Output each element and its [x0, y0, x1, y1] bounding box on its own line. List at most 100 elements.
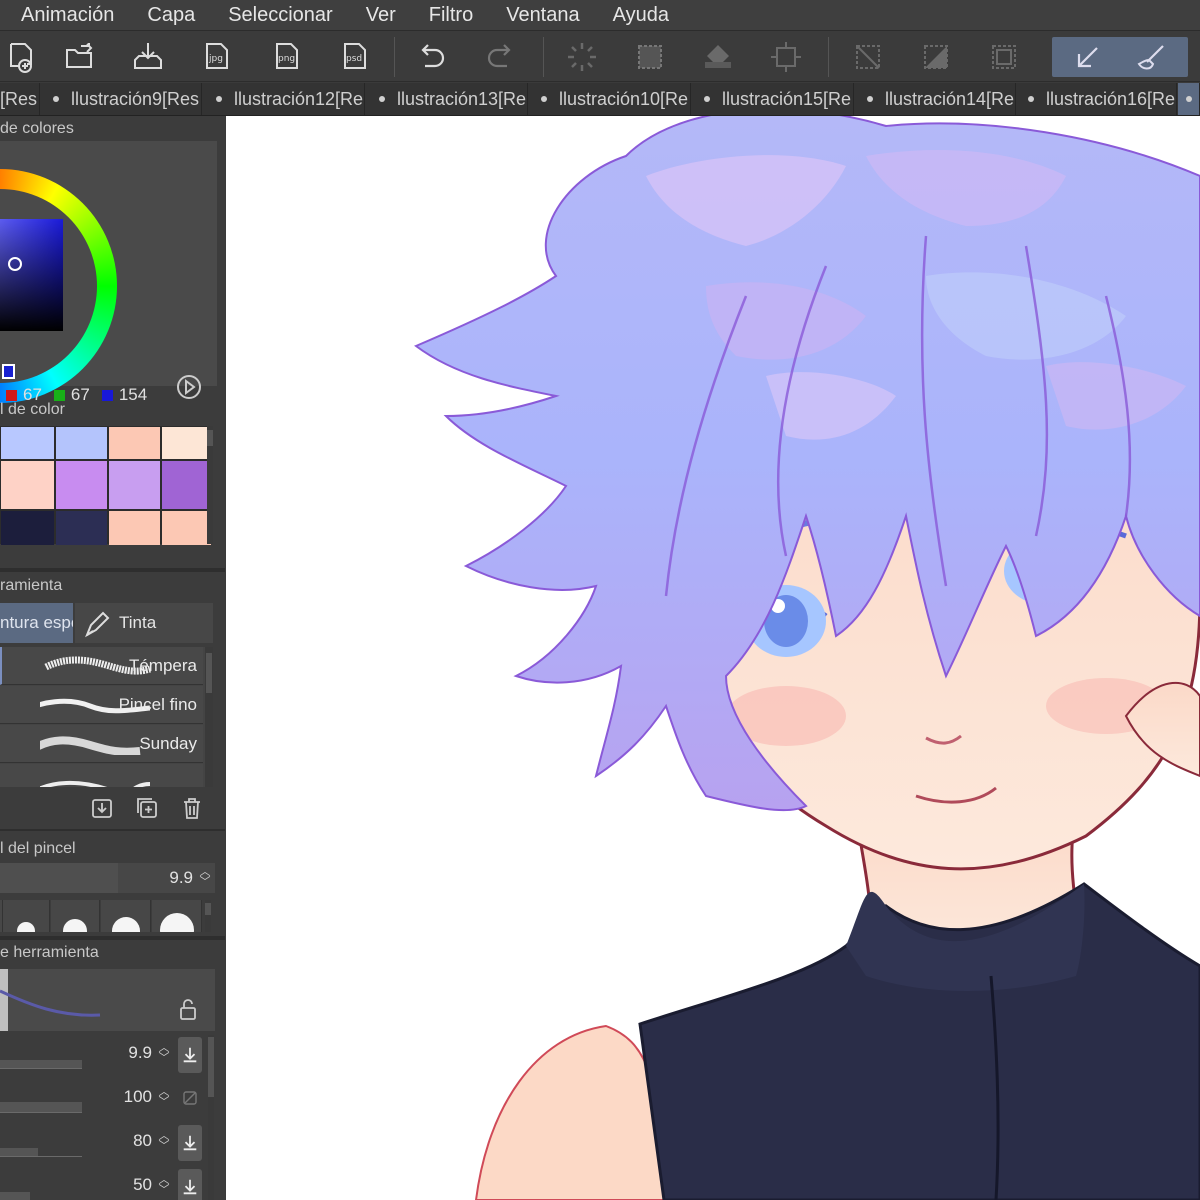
property-stepper[interactable]: ︿ ﹀ — [158, 1131, 170, 1153]
undo-button[interactable] — [410, 37, 454, 77]
brush-item-sunday[interactable]: Sunday — [0, 725, 203, 763]
loading-indicator — [560, 37, 604, 77]
color-swatch[interactable] — [1, 461, 54, 509]
property-value: 80 — [133, 1131, 152, 1150]
size-preset[interactable] — [51, 900, 100, 932]
color-set-grid — [0, 426, 211, 545]
canvas-tab-active[interactable] — [1178, 83, 1200, 115]
property-stepper[interactable]: ︿ ﹀ — [158, 1087, 170, 1109]
unlock-icon[interactable] — [177, 997, 199, 1021]
color-swatch[interactable] — [162, 511, 211, 545]
drawing-canvas[interactable] — [226, 116, 1200, 1200]
size-preset[interactable] — [3, 900, 50, 932]
color-swatch[interactable] — [162, 461, 211, 509]
pen-brush-toggle[interactable] — [1052, 37, 1188, 77]
color-swatch[interactable] — [1, 511, 54, 545]
canvas-tab[interactable]: [Res — [0, 83, 40, 115]
color-swatch[interactable] — [109, 427, 160, 459]
canvas-tab[interactable]: llustración10[Re — [529, 83, 691, 115]
tool-property-density[interactable]: 80 ︿ ﹀ — [0, 1123, 208, 1163]
menu-filtro[interactable]: Filtro — [429, 4, 473, 27]
current-color-marker[interactable] — [2, 364, 15, 379]
tool-property-size[interactable]: 9.9 ︿ ﹀ — [0, 1035, 208, 1075]
duplicate-icon[interactable] — [135, 796, 159, 820]
fill-icon — [705, 45, 731, 68]
selection-border-button[interactable] — [982, 37, 1026, 77]
canvas-tab[interactable]: llustración12[Re — [203, 83, 365, 115]
canvas-tab[interactable]: llustración13[Re — [366, 83, 528, 115]
color-swatch[interactable] — [162, 427, 211, 459]
pressure-settings-button[interactable] — [178, 1125, 202, 1161]
sub-tool-tab-bar: ntura espe Tinta — [0, 603, 213, 643]
brush-item[interactable] — [0, 764, 203, 787]
presets-scrollbar[interactable] — [205, 900, 211, 932]
tool-property-scrollbar[interactable] — [208, 1035, 214, 1200]
loading-icon — [568, 43, 596, 71]
new-file-button[interactable] — [0, 37, 44, 77]
export-psd-button[interactable]: psd — [332, 37, 376, 77]
menu-ayuda[interactable]: Ayuda — [613, 4, 669, 27]
invert-selection-button[interactable] — [914, 37, 958, 77]
brush-list-scrollbar[interactable] — [205, 647, 213, 787]
tab-special-paint[interactable]: ntura espe — [0, 603, 73, 643]
transform-button[interactable] — [764, 37, 808, 77]
menu-animacion[interactable]: Animación — [21, 4, 114, 27]
brush-size-slider[interactable]: 9.9 ︿ ﹀ — [0, 863, 215, 893]
canvas-tab[interactable]: llustración15[Re — [692, 83, 854, 115]
brush-item-tempera[interactable]: Témpera — [0, 647, 203, 685]
saturation-value-square[interactable] — [0, 219, 63, 331]
brush-item-pincel-fino[interactable]: Pincel fino — [0, 686, 203, 724]
export-jpg-button[interactable]: jpg — [194, 37, 238, 77]
brush-list: Témpera Pincel fino Sunday — [0, 647, 205, 787]
download-arrow-icon — [183, 1047, 197, 1063]
tool-property-opacity[interactable]: 100 ︿ ﹀ — [0, 1079, 208, 1119]
swatch-scrollbar[interactable] — [207, 426, 213, 544]
canvas-tab[interactable]: llustración9[Res — [41, 83, 202, 115]
color-swatch[interactable] — [56, 427, 107, 459]
tab-label: [Res — [0, 88, 38, 109]
color-picker-cursor[interactable] — [8, 257, 22, 271]
tool-property-blend[interactable]: 50 ︿ ﹀ — [0, 1167, 208, 1200]
color-set-title: l de color — [0, 401, 65, 418]
import-icon[interactable] — [90, 796, 114, 820]
transform-icon — [771, 42, 801, 72]
download-arrow-icon — [183, 1179, 197, 1195]
redo-button[interactable] — [478, 37, 522, 77]
color-swatch[interactable] — [109, 461, 160, 509]
character-illustration — [414, 116, 1200, 1200]
selection-icon — [638, 45, 662, 69]
property-stepper[interactable]: ︿ ﹀ — [158, 1043, 170, 1065]
color-swatch[interactable] — [109, 511, 160, 545]
menu-ver[interactable]: Ver — [366, 4, 396, 27]
menu-ventana[interactable]: Ventana — [506, 4, 579, 27]
tab-label: llustración10[Re — [559, 88, 689, 109]
brush-tool-icon — [1137, 45, 1164, 70]
color-swatch[interactable] — [56, 511, 107, 545]
canvas-tab[interactable]: llustración14[Re — [855, 83, 1016, 115]
menu-seleccionar[interactable]: Seleccionar — [228, 4, 333, 27]
export-png-button[interactable]: png — [264, 37, 308, 77]
open-file-button[interactable] — [58, 37, 102, 77]
menu-capa[interactable]: Capa — [147, 4, 195, 27]
fill-button[interactable] — [696, 37, 740, 77]
tab-ink[interactable]: Tinta — [75, 603, 213, 643]
sub-tool-title: ramienta — [0, 577, 63, 594]
stroke-preview — [0, 969, 215, 1031]
play-circle-icon[interactable] — [176, 374, 202, 400]
size-preset[interactable] — [101, 900, 151, 932]
deselect-button[interactable] — [846, 37, 890, 77]
trash-icon[interactable] — [180, 796, 204, 820]
tab-ink-label: Tinta — [119, 613, 157, 632]
svg-text:psd: psd — [346, 54, 362, 64]
pressure-settings-button[interactable] — [178, 1169, 202, 1200]
brush-size-stepper[interactable]: ︿ ﹀ — [199, 867, 211, 889]
canvas-tab[interactable]: llustración16[Re — [1017, 83, 1177, 115]
save-button[interactable] — [126, 37, 170, 77]
size-preset[interactable] — [152, 900, 202, 932]
select-area-button[interactable] — [628, 37, 672, 77]
pressure-settings-button[interactable] — [178, 1037, 202, 1073]
color-swatch[interactable] — [56, 461, 107, 509]
save-icon — [134, 43, 162, 69]
property-stepper[interactable]: ︿ ﹀ — [158, 1175, 170, 1197]
color-swatch[interactable] — [1, 427, 54, 459]
